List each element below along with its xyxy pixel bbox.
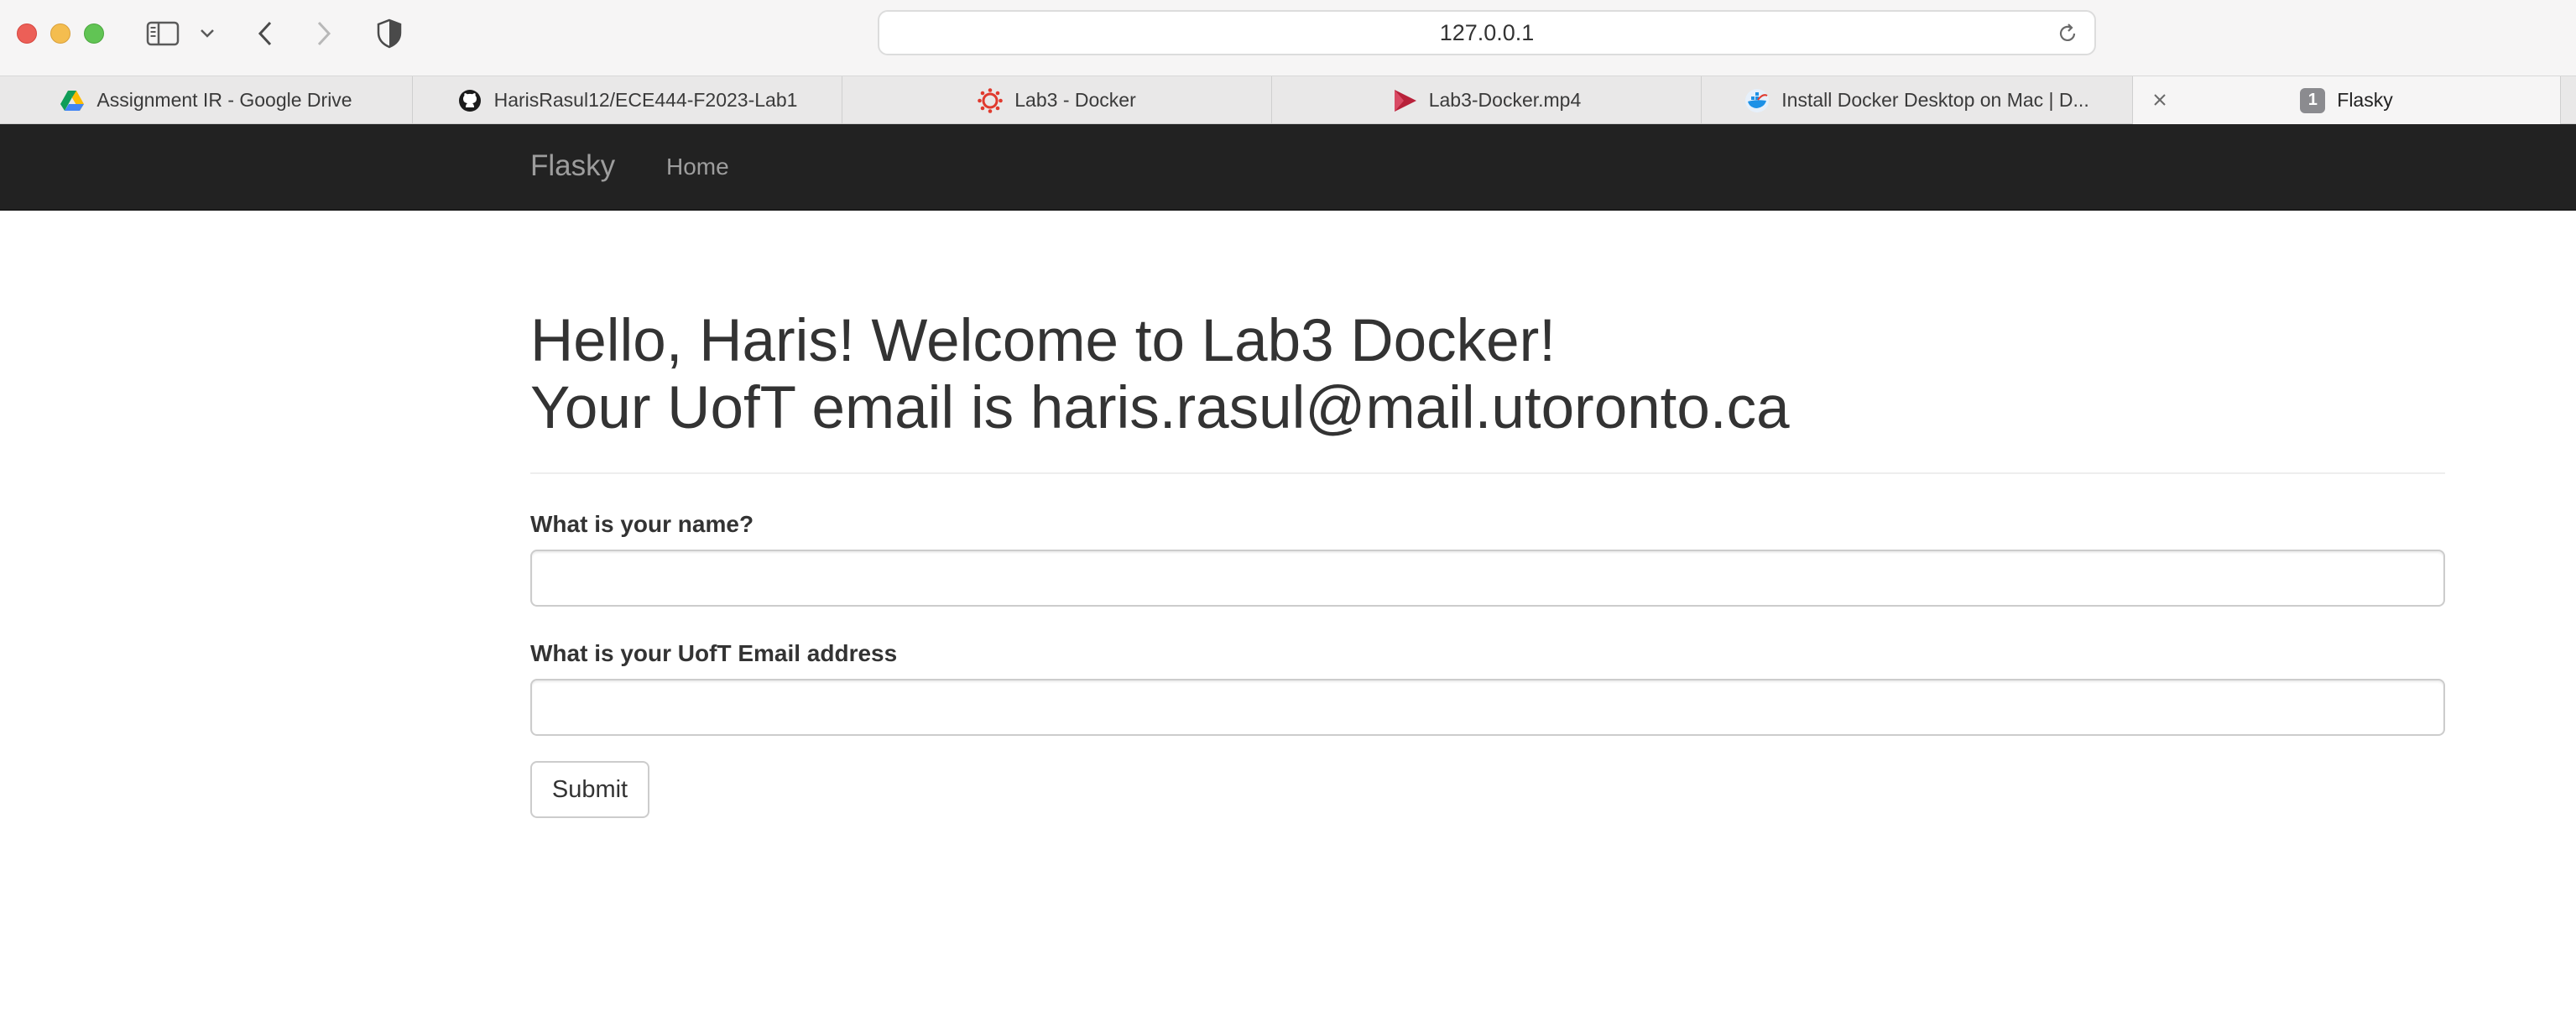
browser-toolbar: 127.0.0.1 [0,0,2576,76]
sidebar-menu-button[interactable] [196,15,218,52]
tab-label: Assignment IR - Google Drive [96,89,352,111]
window-minimize-button[interactable] [50,23,70,44]
navbar-brand[interactable]: Flasky [530,149,615,183]
tab-flasky[interactable]: 1 Flasky [2133,76,2561,124]
tab-label: Lab3 - Docker [1014,89,1136,111]
email-line: Your UofT email is haris.rasul@mail.utor… [530,375,1790,441]
tab-label: Lab3-Docker.mp4 [1428,89,1582,111]
close-tab-icon[interactable] [2148,88,2172,112]
tab-lab3-docker[interactable]: Lab3 - Docker [842,76,1272,124]
tab-label: Flasky [2337,89,2393,111]
tab-google-drive[interactable]: Assignment IR - Google Drive [0,76,413,124]
url-text: 127.0.0.1 [1439,19,1535,45]
submit-button[interactable]: Submit [530,761,649,818]
tab-docker-install[interactable]: Install Docker Desktop on Mac | D... [1702,76,2133,124]
back-button[interactable] [250,15,280,52]
chevron-right-icon [317,21,331,46]
google-drive-icon [60,88,85,113]
forward-button[interactable] [309,15,339,52]
sidebar-toggle-button[interactable] [144,15,181,52]
canvas-lms-icon [978,87,1004,113]
email-input[interactable] [530,679,2445,736]
tab-label: HarisRasul12/ECE444-F2023-Lab1 [493,89,798,111]
shield-icon [377,18,402,49]
tab-label: Install Docker Desktop on Mac | D... [1781,89,2089,111]
nav-link-home[interactable]: Home [666,154,729,180]
app-navbar: Flasky Home [0,124,2576,211]
privacy-report-button[interactable] [373,15,406,52]
page-title: Hello, Haris! Welcome to Lab3 Docker! Yo… [530,308,2445,442]
chevron-down-icon [201,29,214,38]
video-play-icon [1392,88,1417,113]
page-header: Hello, Haris! Welcome to Lab3 Docker! Yo… [530,308,2445,474]
chevron-left-icon [258,21,272,46]
name-input[interactable] [530,550,2445,607]
github-icon [457,88,482,113]
main-content: Hello, Haris! Welcome to Lab3 Docker! Yo… [530,211,2445,818]
greeting-line: Hello, Haris! Welcome to Lab3 Docker! [530,308,1556,374]
window-zoom-button[interactable] [84,23,104,44]
tab-bar: Assignment IR - Google Drive HarisRasul1… [0,76,2576,124]
user-form: What is your name? What is your UofT Ema… [530,511,2445,818]
tab-github-repo[interactable]: HarisRasul12/ECE444-F2023-Lab1 [413,76,842,124]
tab-number-badge: 1 [2300,87,2326,113]
reload-icon[interactable] [2056,22,2079,45]
sidebar-icon [146,21,180,46]
window-close-button[interactable] [17,23,37,44]
name-form-group: What is your name? [530,511,2445,607]
address-bar[interactable]: 127.0.0.1 [878,10,2096,55]
email-label: What is your UofT Email address [530,640,898,666]
name-label: What is your name? [530,511,754,537]
docker-icon [1744,88,1770,113]
tab-lab3-video[interactable]: Lab3-Docker.mp4 [1272,76,1702,124]
email-form-group: What is your UofT Email address [530,640,2445,736]
